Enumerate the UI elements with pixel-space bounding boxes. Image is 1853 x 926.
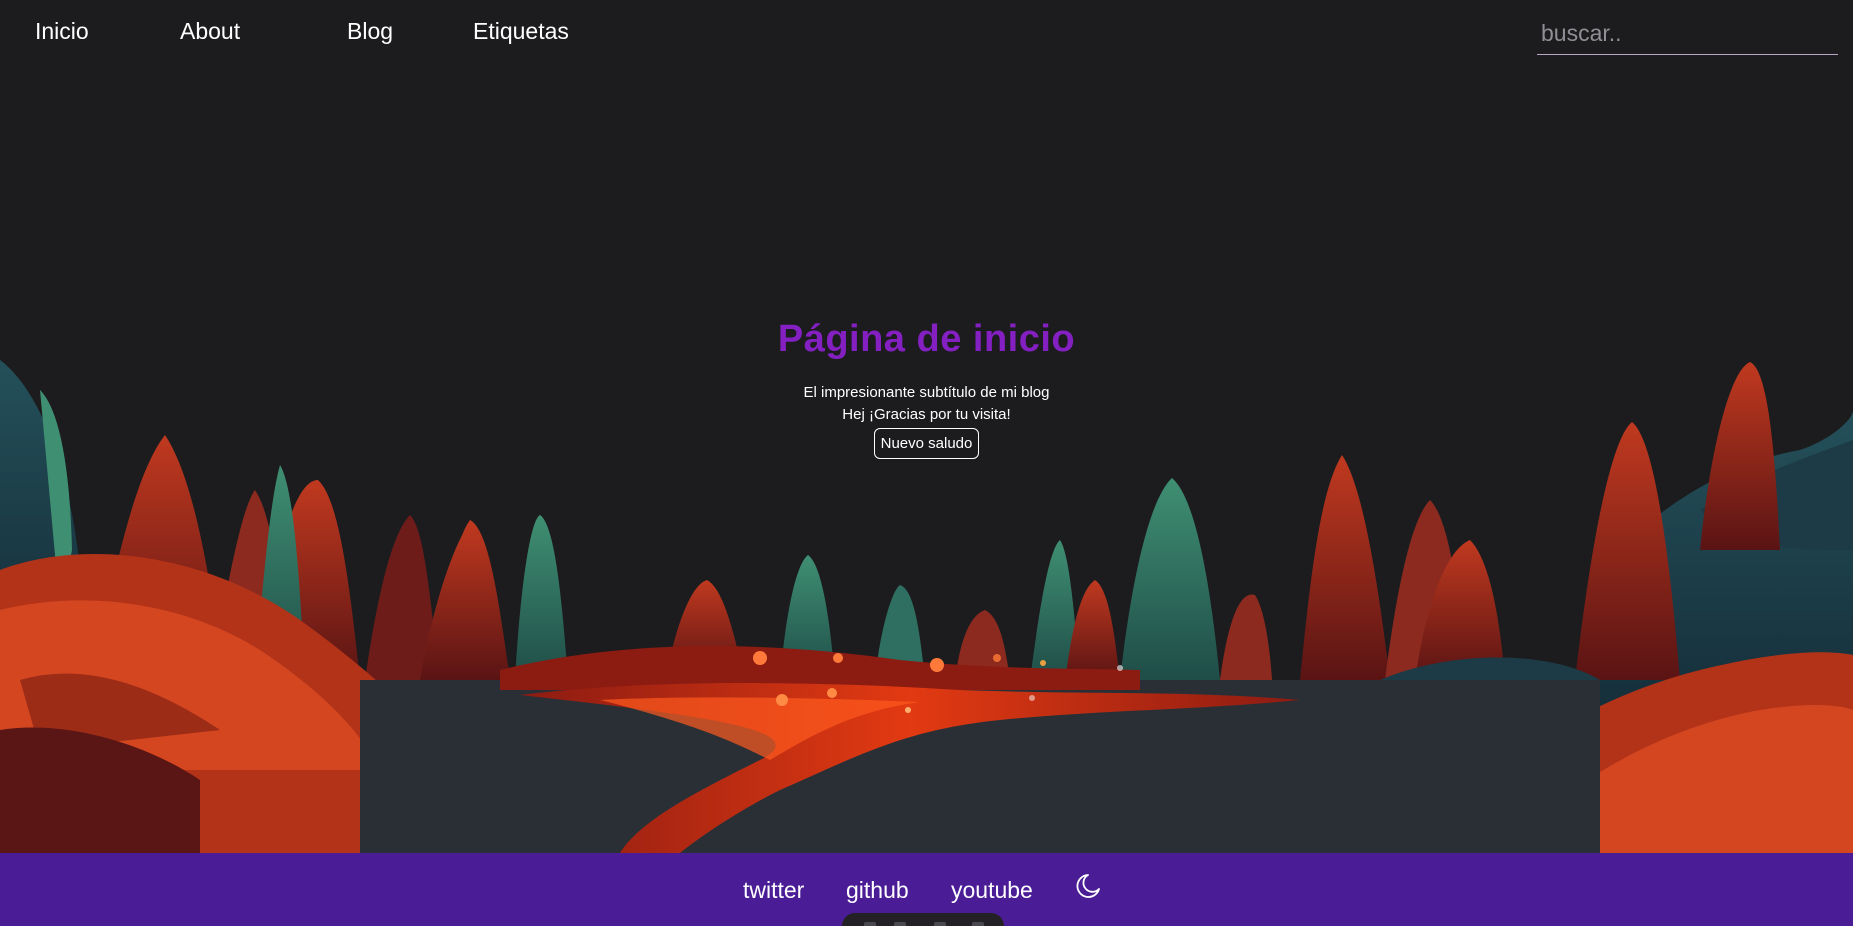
toolbar-icon[interactable] — [864, 922, 876, 926]
footer-link-github[interactable]: github — [846, 875, 909, 905]
toolbar-icon[interactable] — [934, 922, 946, 926]
page-title: Página de inicio — [777, 318, 1076, 360]
page: Inicio About Blog Etiquetas buscar.. Pág… — [0, 0, 1853, 926]
new-greeting-button[interactable]: Nuevo saludo — [873, 428, 980, 459]
footer-link-youtube[interactable]: youtube — [951, 875, 1033, 905]
nav-link-blog[interactable]: Blog — [347, 16, 393, 46]
toolbar-icon[interactable] — [972, 922, 984, 926]
footer-link-twitter[interactable]: twitter — [743, 875, 804, 905]
top-nav: Inicio About Blog Etiquetas — [0, 0, 1853, 62]
floating-toolbar — [842, 913, 1004, 926]
nav-link-inicio[interactable]: Inicio — [35, 16, 89, 46]
hero-subtitle: El impresionante subtítulo de mi blog — [803, 384, 1050, 401]
hero: Página de inicio El impresionante subtít… — [0, 310, 1853, 459]
search-input[interactable] — [1537, 12, 1838, 55]
toolbar-icon[interactable] — [894, 922, 906, 926]
moon-icon[interactable] — [1073, 871, 1103, 901]
nav-link-etiquetas[interactable]: Etiquetas — [473, 16, 569, 46]
nav-link-about[interactable]: About — [180, 16, 240, 46]
hero-greeting: Hej ¡Gracias por tu visita! — [842, 406, 1011, 423]
